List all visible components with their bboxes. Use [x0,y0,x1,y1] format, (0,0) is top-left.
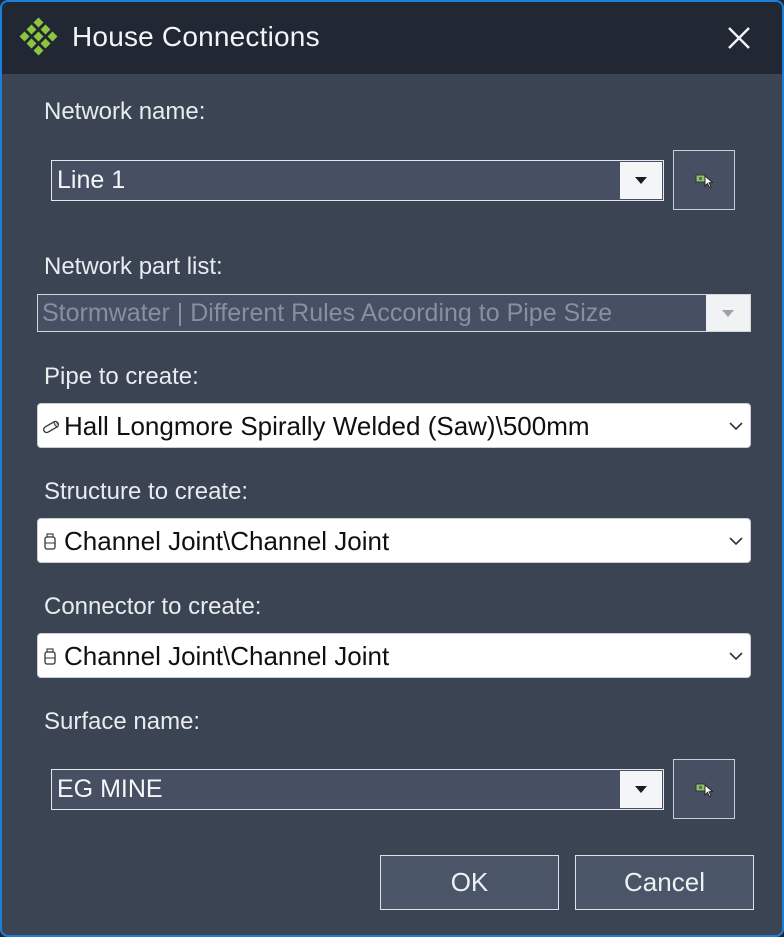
connector-combo[interactable]: Channel Joint\Channel Joint [37,633,751,678]
pick-from-drawing-icon [695,174,714,189]
structure-icon [44,648,56,665]
dropdown-arrow-icon [722,309,734,317]
structure-combo[interactable]: Channel Joint\Channel Joint [37,518,751,563]
pipe-combo[interactable]: Hall Longmore Spirally Welded (Saw)\500m… [37,403,751,448]
part-list-dropdown-button [706,295,750,331]
structure-icon [44,533,56,550]
dropdown-arrow-icon [635,786,647,793]
surface-name-dropdown-button[interactable] [620,771,662,808]
close-icon [728,27,750,49]
network-name-combo[interactable]: Line 1 [51,160,664,201]
structure-value: Channel Joint\Channel Joint [64,526,390,556]
pick-from-drawing-icon [695,783,714,798]
network-name-dropdown-button[interactable] [620,162,662,199]
surface-name-label: Surface name: [44,708,201,735]
part-list-combo: Stormwater | Different Rules According t… [37,294,751,332]
pipe-value: Hall Longmore Spirally Welded (Saw)\500m… [64,411,590,441]
ok-button[interactable]: OK [380,855,559,910]
part-list-value: Stormwater | Different Rules According t… [42,299,613,327]
cancel-button[interactable]: Cancel [575,855,754,910]
app-logo-icon [19,17,58,56]
part-list-label: Network part list: [44,253,223,280]
close-button[interactable] [714,14,764,62]
pipe-label: Pipe to create: [44,363,199,390]
connector-label: Connector to create: [44,593,262,620]
dropdown-arrow-icon [635,177,647,184]
structure-label: Structure to create: [44,478,249,505]
network-name-label: Network name: [44,98,206,125]
connector-value: Channel Joint\Channel Joint [64,641,390,671]
pick-network-button[interactable] [673,150,735,210]
pick-surface-button[interactable] [673,759,735,819]
chevron-down-icon [729,537,743,546]
title-bar: House Connections [2,2,782,74]
pipe-icon [43,420,59,434]
chevron-down-icon [729,422,743,431]
chevron-down-icon [729,652,743,661]
network-name-value: Line 1 [57,166,126,194]
house-connections-dialog: House Connections Network name: Line 1 N… [0,0,784,937]
surface-name-combo[interactable]: EG MINE [51,769,664,810]
dialog-title: House Connections [72,21,320,52]
surface-name-value: EG MINE [57,775,163,803]
